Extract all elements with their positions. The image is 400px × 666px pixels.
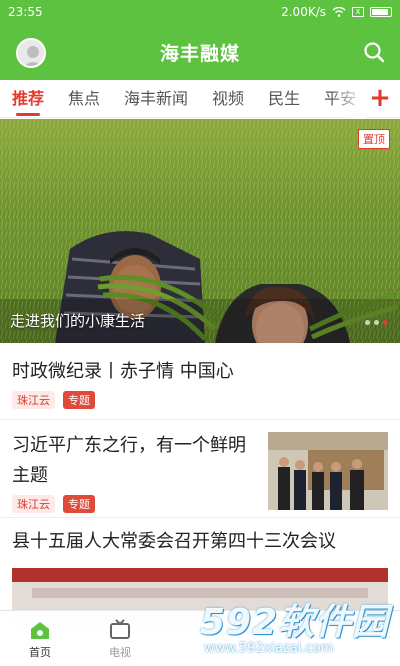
battery-icon (370, 7, 392, 17)
home-icon (31, 622, 49, 639)
sim-icon: X (352, 7, 364, 17)
topic-tag: 专题 (63, 391, 95, 409)
news-item[interactable]: 时政微纪录丨赤子情 中国心 珠江云 专题 (0, 343, 400, 420)
carousel-dots (365, 320, 388, 325)
nav-home[interactable]: 首页 (0, 611, 80, 666)
tv-icon (110, 619, 130, 639)
news-headline[interactable]: 县十五届人大常委会召开第四十三次会议 (12, 527, 388, 557)
tab-focus[interactable]: 焦点 (56, 80, 112, 118)
carousel-dot (374, 320, 379, 325)
network-speed: 2.00K/s (281, 5, 326, 19)
nav-tv-label: 电视 (109, 646, 131, 659)
tab-fade (330, 80, 366, 118)
app-header: 海丰融媒 (0, 24, 400, 80)
news-list: 时政微纪录丨赤子情 中国心 珠江云 专题 习近平广东之行，有一个鲜明主题 珠江云… (0, 343, 400, 628)
carousel-dot (365, 320, 370, 325)
add-channel-icon[interactable]: + (368, 85, 392, 111)
avatar[interactable] (16, 38, 46, 68)
news-headline[interactable]: 习近平广东之行，有一个鲜明主题 (12, 431, 262, 491)
tab-haifeng-news[interactable]: 海丰新闻 (112, 80, 200, 118)
search-icon[interactable] (362, 40, 386, 64)
wifi-icon (332, 7, 346, 17)
watermark: 592软件园 www.592xiazai.com (200, 593, 398, 663)
status-bar: 23:55 2.00K/s X (0, 0, 400, 24)
nav-tv[interactable]: 电视 (80, 611, 160, 666)
tab-recommend[interactable]: 推荐 (0, 80, 56, 118)
news-item[interactable]: 习近平广东之行，有一个鲜明主题 珠江云 专题 (0, 420, 400, 518)
news-image (268, 432, 388, 510)
banner-carousel[interactable]: 置顶 走进我们的小康生活 (0, 119, 400, 343)
source-tag: 珠江云 (12, 391, 55, 409)
user-icon (18, 40, 44, 66)
pinned-badge: 置顶 (358, 129, 390, 149)
carousel-dot-active (383, 320, 388, 325)
tab-livelihood[interactable]: 民生 (256, 80, 312, 118)
tab-video[interactable]: 视频 (200, 80, 256, 118)
app-title: 海丰融媒 (159, 42, 240, 65)
channel-tabs: 推荐 焦点 海丰新闻 视频 民生 平安 + (0, 80, 400, 118)
banner-caption[interactable]: 走进我们的小康生活 (10, 310, 145, 331)
news-headline[interactable]: 时政微纪录丨赤子情 中国心 (12, 357, 388, 387)
source-tag: 珠江云 (12, 495, 55, 513)
news-thumbnail[interactable] (268, 432, 388, 510)
topic-tag: 专题 (63, 495, 95, 513)
status-time: 23:55 (8, 5, 43, 19)
watermark-brand: 592软件园 (200, 602, 390, 643)
nav-home-label: 首页 (29, 646, 51, 659)
